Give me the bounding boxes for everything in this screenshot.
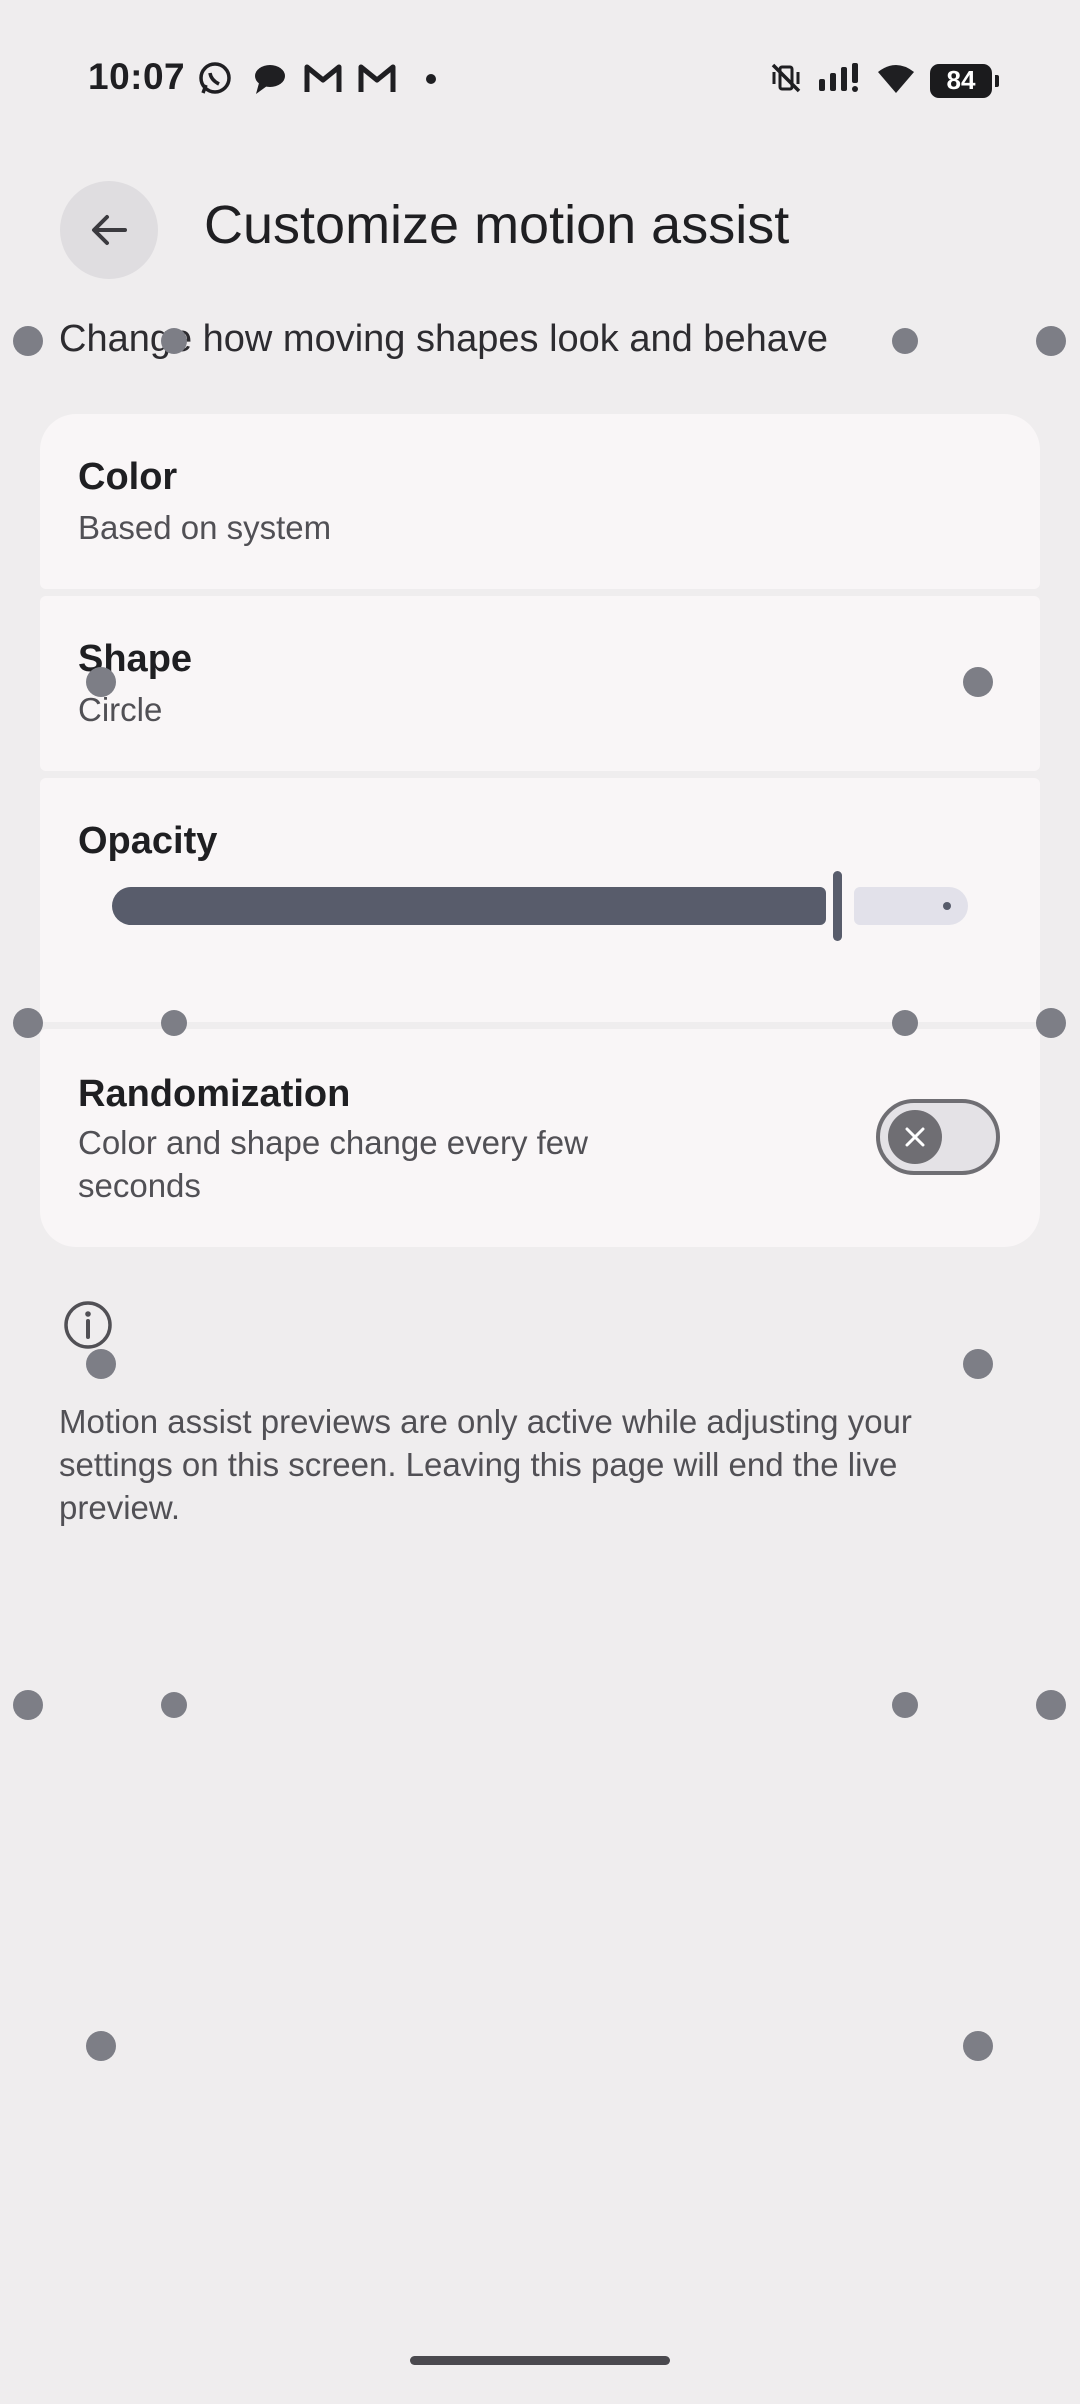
motion-dot [963, 2031, 993, 2061]
color-setting-value: Based on system [78, 509, 332, 546]
motion-dot [86, 1349, 116, 1379]
gmail-icon [304, 60, 342, 98]
motion-dot [892, 1692, 918, 1718]
status-time: 10:07 [88, 56, 186, 97]
randomization-description: Color and shape change every few seconds [78, 1124, 588, 1204]
wifi-icon [876, 62, 916, 99]
info-text: Motion assist previews are only active w… [59, 1403, 912, 1526]
motion-dot [1036, 326, 1066, 356]
color-setting[interactable]: Color Based on system [40, 414, 1040, 589]
motion-dot [161, 1010, 187, 1036]
chat-bubble-icon [250, 60, 288, 98]
motion-dot [13, 1690, 43, 1720]
opacity-slider[interactable] [110, 871, 1010, 941]
system-icons: 84 [768, 60, 999, 101]
close-icon [905, 1127, 925, 1147]
back-button[interactable] [60, 181, 158, 279]
signal-icon [818, 63, 862, 98]
motion-dot [1036, 1008, 1066, 1038]
shape-setting-value: Circle [78, 691, 163, 728]
battery-icon: 84 [930, 63, 999, 98]
vibrate-off-icon [768, 60, 804, 101]
more-notifications-dot [412, 60, 450, 98]
motion-dot [161, 1692, 187, 1718]
motion-dot [1036, 1690, 1066, 1720]
shape-setting[interactable]: Shape Circle [40, 596, 1040, 771]
motion-dot [86, 2031, 116, 2061]
color-setting-title: Color [78, 456, 178, 498]
motion-dot [161, 328, 187, 354]
motion-dot [963, 667, 993, 697]
opacity-setting: Opacity [40, 778, 1040, 1022]
opacity-slider-stop-indicator [943, 902, 951, 910]
motion-dot [963, 1349, 993, 1379]
opacity-slider-handle[interactable] [833, 871, 842, 941]
motion-dot [892, 328, 918, 354]
page-title: Customize motion assist [204, 195, 790, 255]
opacity-setting-title: Opacity [78, 820, 218, 862]
whatsapp-icon [196, 60, 234, 98]
motion-dot [892, 1010, 918, 1036]
toggle-knob [888, 1110, 942, 1164]
randomization-setting[interactable]: Randomization Color and shape change eve… [40, 1029, 1040, 1247]
opacity-slider-active-track [112, 887, 826, 925]
randomization-toggle[interactable] [876, 1099, 1000, 1175]
motion-dot [86, 667, 116, 697]
home-indicator[interactable] [410, 2356, 670, 2365]
randomization-title: Randomization [78, 1073, 351, 1115]
arrow-back-icon [92, 215, 127, 245]
motion-dot [13, 326, 43, 356]
status-bar: 10:07 84 [0, 0, 1080, 160]
motion-dot [13, 1008, 43, 1038]
gmail-icon [358, 60, 396, 98]
info-icon [62, 1299, 114, 1351]
notification-icons [196, 60, 450, 98]
